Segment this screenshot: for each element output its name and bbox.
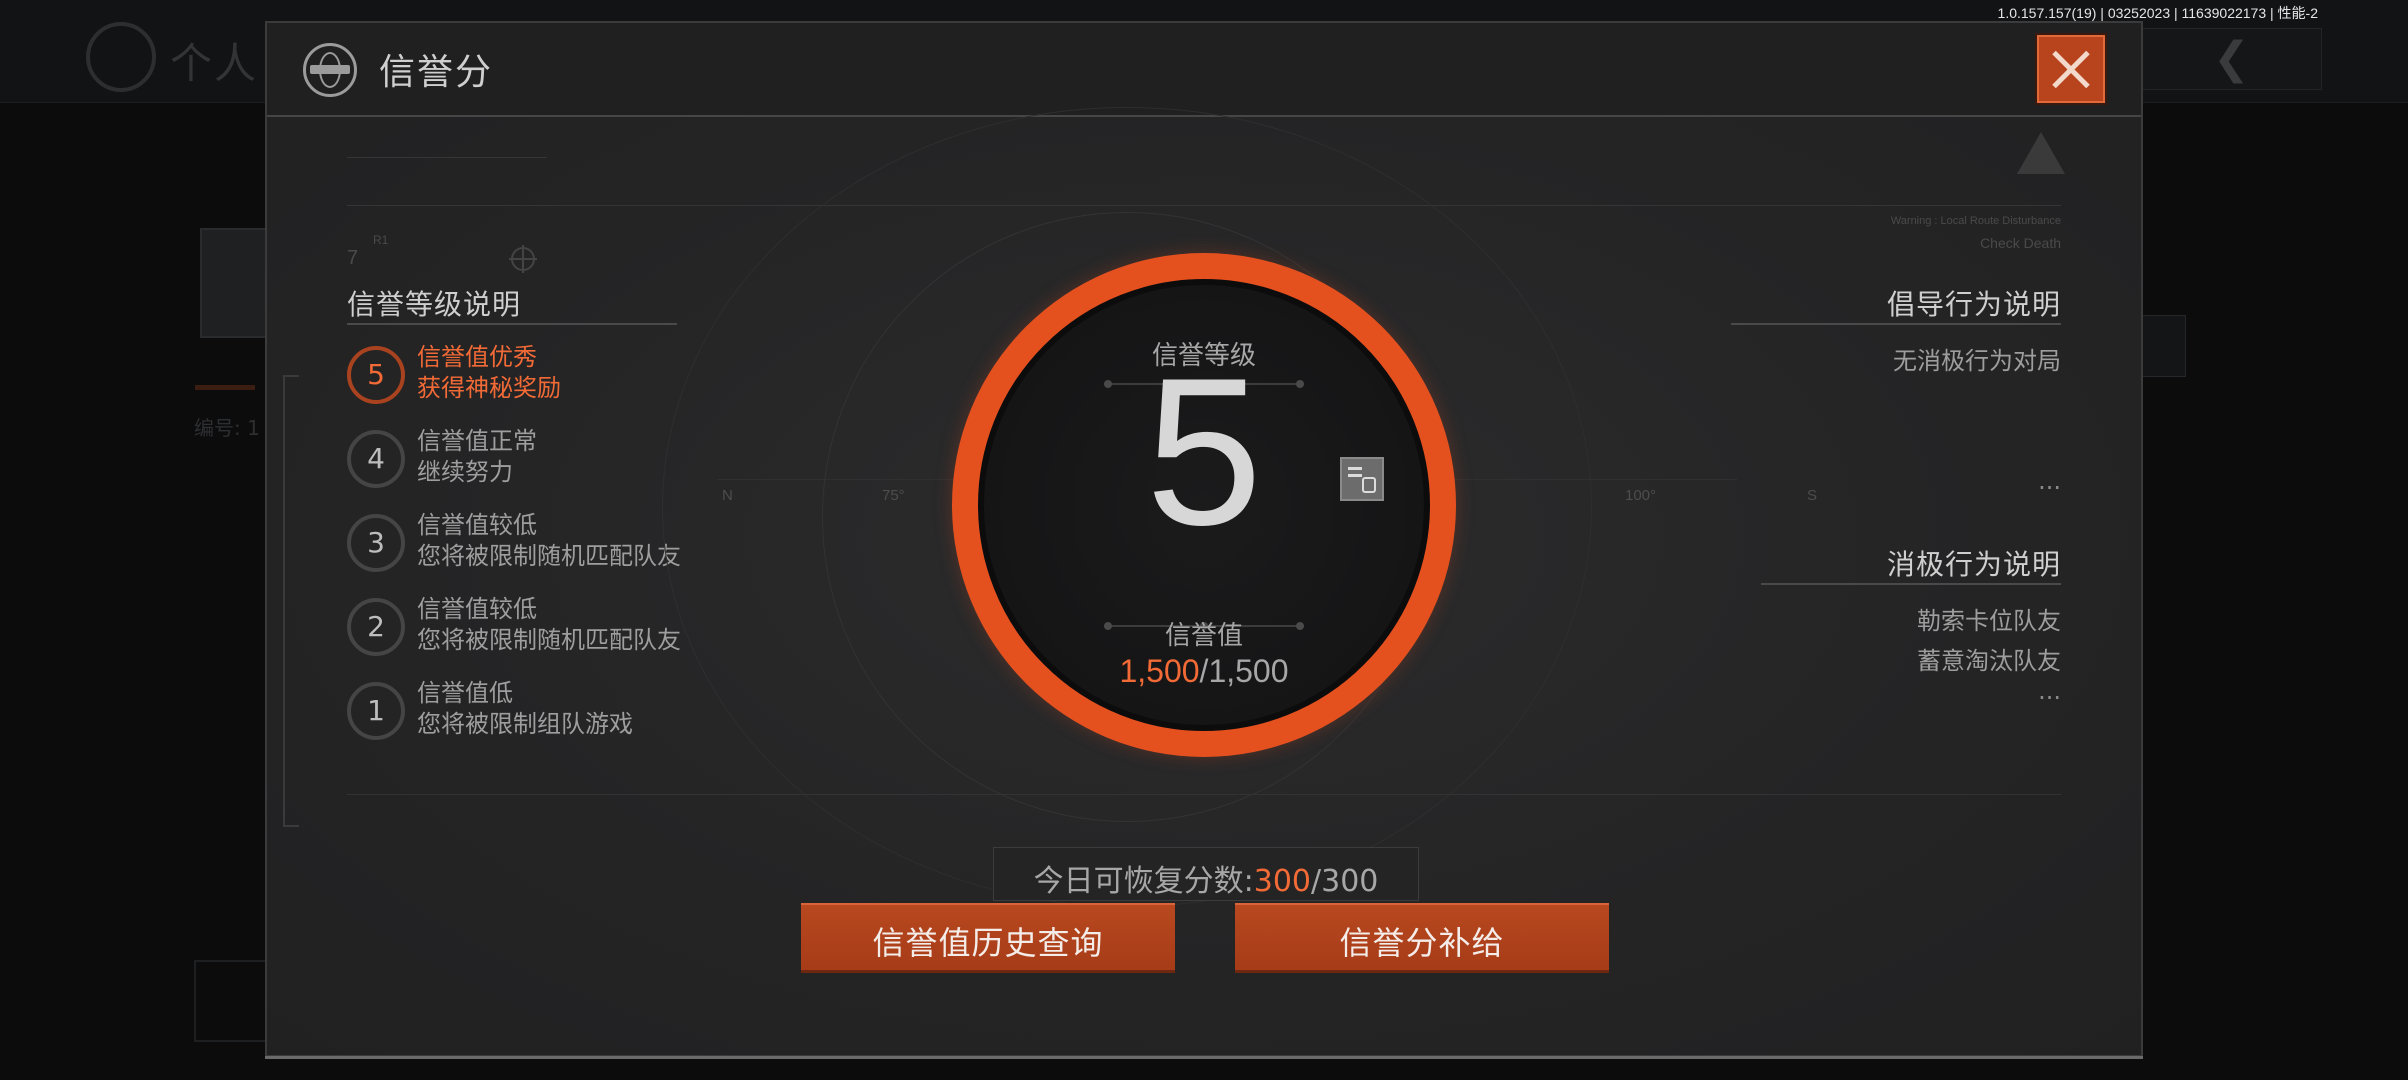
level-badge: 3 bbox=[347, 514, 405, 572]
warning-icon bbox=[2017, 132, 2065, 174]
deco-bracket bbox=[283, 375, 299, 827]
history-query-label: 信誉值历史查询 bbox=[872, 924, 1104, 962]
deco-r1: R1 bbox=[373, 233, 389, 247]
compass-south: S bbox=[1807, 487, 1818, 504]
content-separator bbox=[347, 794, 2061, 795]
level-badge: 4 bbox=[347, 430, 405, 488]
level-description: 信誉值较低 您将被限制随机匹配队友 bbox=[417, 510, 681, 572]
negative-more[interactable]: ... bbox=[2038, 677, 2061, 705]
encouraged-title: 倡导行为说明 bbox=[1886, 288, 2061, 321]
globe-icon bbox=[303, 43, 357, 97]
deco-line bbox=[347, 157, 547, 158]
encouraged-more[interactable]: ... bbox=[2038, 467, 2061, 495]
background-box bbox=[194, 960, 268, 1042]
deco-warning-text: Warning : Local Route Disturbance bbox=[1890, 215, 2061, 227]
recover-label: 今日可恢复分数: bbox=[1033, 864, 1254, 899]
chevron-left-icon: ❮ bbox=[2213, 33, 2250, 84]
level-status: 信誉值优秀 bbox=[417, 343, 537, 371]
compass-north: N bbox=[722, 487, 733, 504]
level-description: 信誉值优秀 获得神秘奖励 bbox=[417, 342, 561, 404]
recover-max: /300 bbox=[1311, 864, 1379, 899]
dialog-bottom-edge bbox=[265, 1056, 2143, 1059]
level-effect: 获得神秘奖励 bbox=[417, 374, 561, 402]
dialog-title: 信誉分 bbox=[379, 52, 494, 93]
level-effect: 您将被限制随机匹配队友 bbox=[417, 626, 681, 654]
crosshair-icon bbox=[509, 245, 537, 273]
negative-title: 消极行为说明 bbox=[1886, 548, 2061, 581]
background-accent-bar bbox=[195, 385, 255, 390]
encouraged-underline bbox=[1731, 323, 2061, 325]
level-description: 信誉值低 您将被限制组队游戏 bbox=[417, 678, 633, 740]
rank-icon[interactable] bbox=[1340, 457, 1384, 501]
level-status: 信誉值较低 bbox=[417, 511, 537, 539]
daily-recover-box: 今日可恢复分数:300/300 bbox=[993, 847, 1419, 901]
version-info: 1.0.157.157(19) | 03252023 | 11639022173… bbox=[1997, 5, 2318, 21]
level-item-1: 1 信誉值低 您将被限制组队游戏 bbox=[347, 678, 767, 746]
level-effect: 您将被限制随机匹配队友 bbox=[417, 542, 681, 570]
dialog-titlebar: 信誉分 bbox=[267, 23, 2141, 117]
level-status: 信誉值低 bbox=[417, 679, 513, 707]
negative-underline bbox=[1761, 583, 2061, 585]
level-description: 信誉值正常 继续努力 bbox=[417, 426, 537, 488]
reputation-dialog: 信誉分 7 R1 Warning : Local Route Disturban… bbox=[265, 21, 2143, 1059]
back-button: ❮ bbox=[2142, 28, 2322, 90]
level-status: 信誉值较低 bbox=[417, 595, 537, 623]
negative-item: 蓄意淘汰队友 bbox=[1917, 647, 2061, 675]
dialog-content: 7 R1 Warning : Local Route Disturbance C… bbox=[267, 107, 2141, 1055]
level-badge: 1 bbox=[347, 682, 405, 740]
encouraged-item: 无消极行为对局 bbox=[1893, 347, 2061, 375]
gauge-value-current: 1,500 bbox=[1119, 653, 1200, 689]
level-description: 信誉值较低 您将被限制随机匹配队友 bbox=[417, 594, 681, 656]
deco-number: 7 bbox=[347, 247, 359, 269]
reputation-supply-label: 信誉分补给 bbox=[1339, 924, 1505, 962]
gauge-value-label: 信誉值 bbox=[1164, 621, 1244, 651]
gauge-level-number: 5 bbox=[1145, 334, 1263, 569]
background-id-label: 编号: 1 bbox=[194, 416, 260, 440]
close-button[interactable] bbox=[2037, 35, 2105, 103]
history-query-button[interactable]: 信誉值历史查询 bbox=[801, 903, 1175, 973]
compass-100: 100° bbox=[1625, 487, 1657, 504]
negative-item: 勒索卡位队友 bbox=[1917, 607, 2061, 635]
globe-icon bbox=[86, 22, 156, 92]
levels-underline bbox=[347, 323, 677, 325]
level-badge: 2 bbox=[347, 598, 405, 656]
level-effect: 您将被限制组队游戏 bbox=[417, 710, 633, 738]
background-page-title: 个人 bbox=[170, 39, 259, 88]
deco-check-text: Check Death bbox=[1980, 235, 2061, 251]
gauge-value-max: /1,500 bbox=[1199, 653, 1289, 689]
levels-title: 信誉等级说明 bbox=[347, 288, 522, 321]
reputation-supply-button[interactable]: 信誉分补给 bbox=[1235, 903, 1609, 973]
level-status: 信誉值正常 bbox=[417, 427, 537, 455]
level-badge: 5 bbox=[347, 346, 405, 404]
level-effect: 继续努力 bbox=[417, 458, 513, 486]
recover-current: 300 bbox=[1253, 864, 1311, 899]
